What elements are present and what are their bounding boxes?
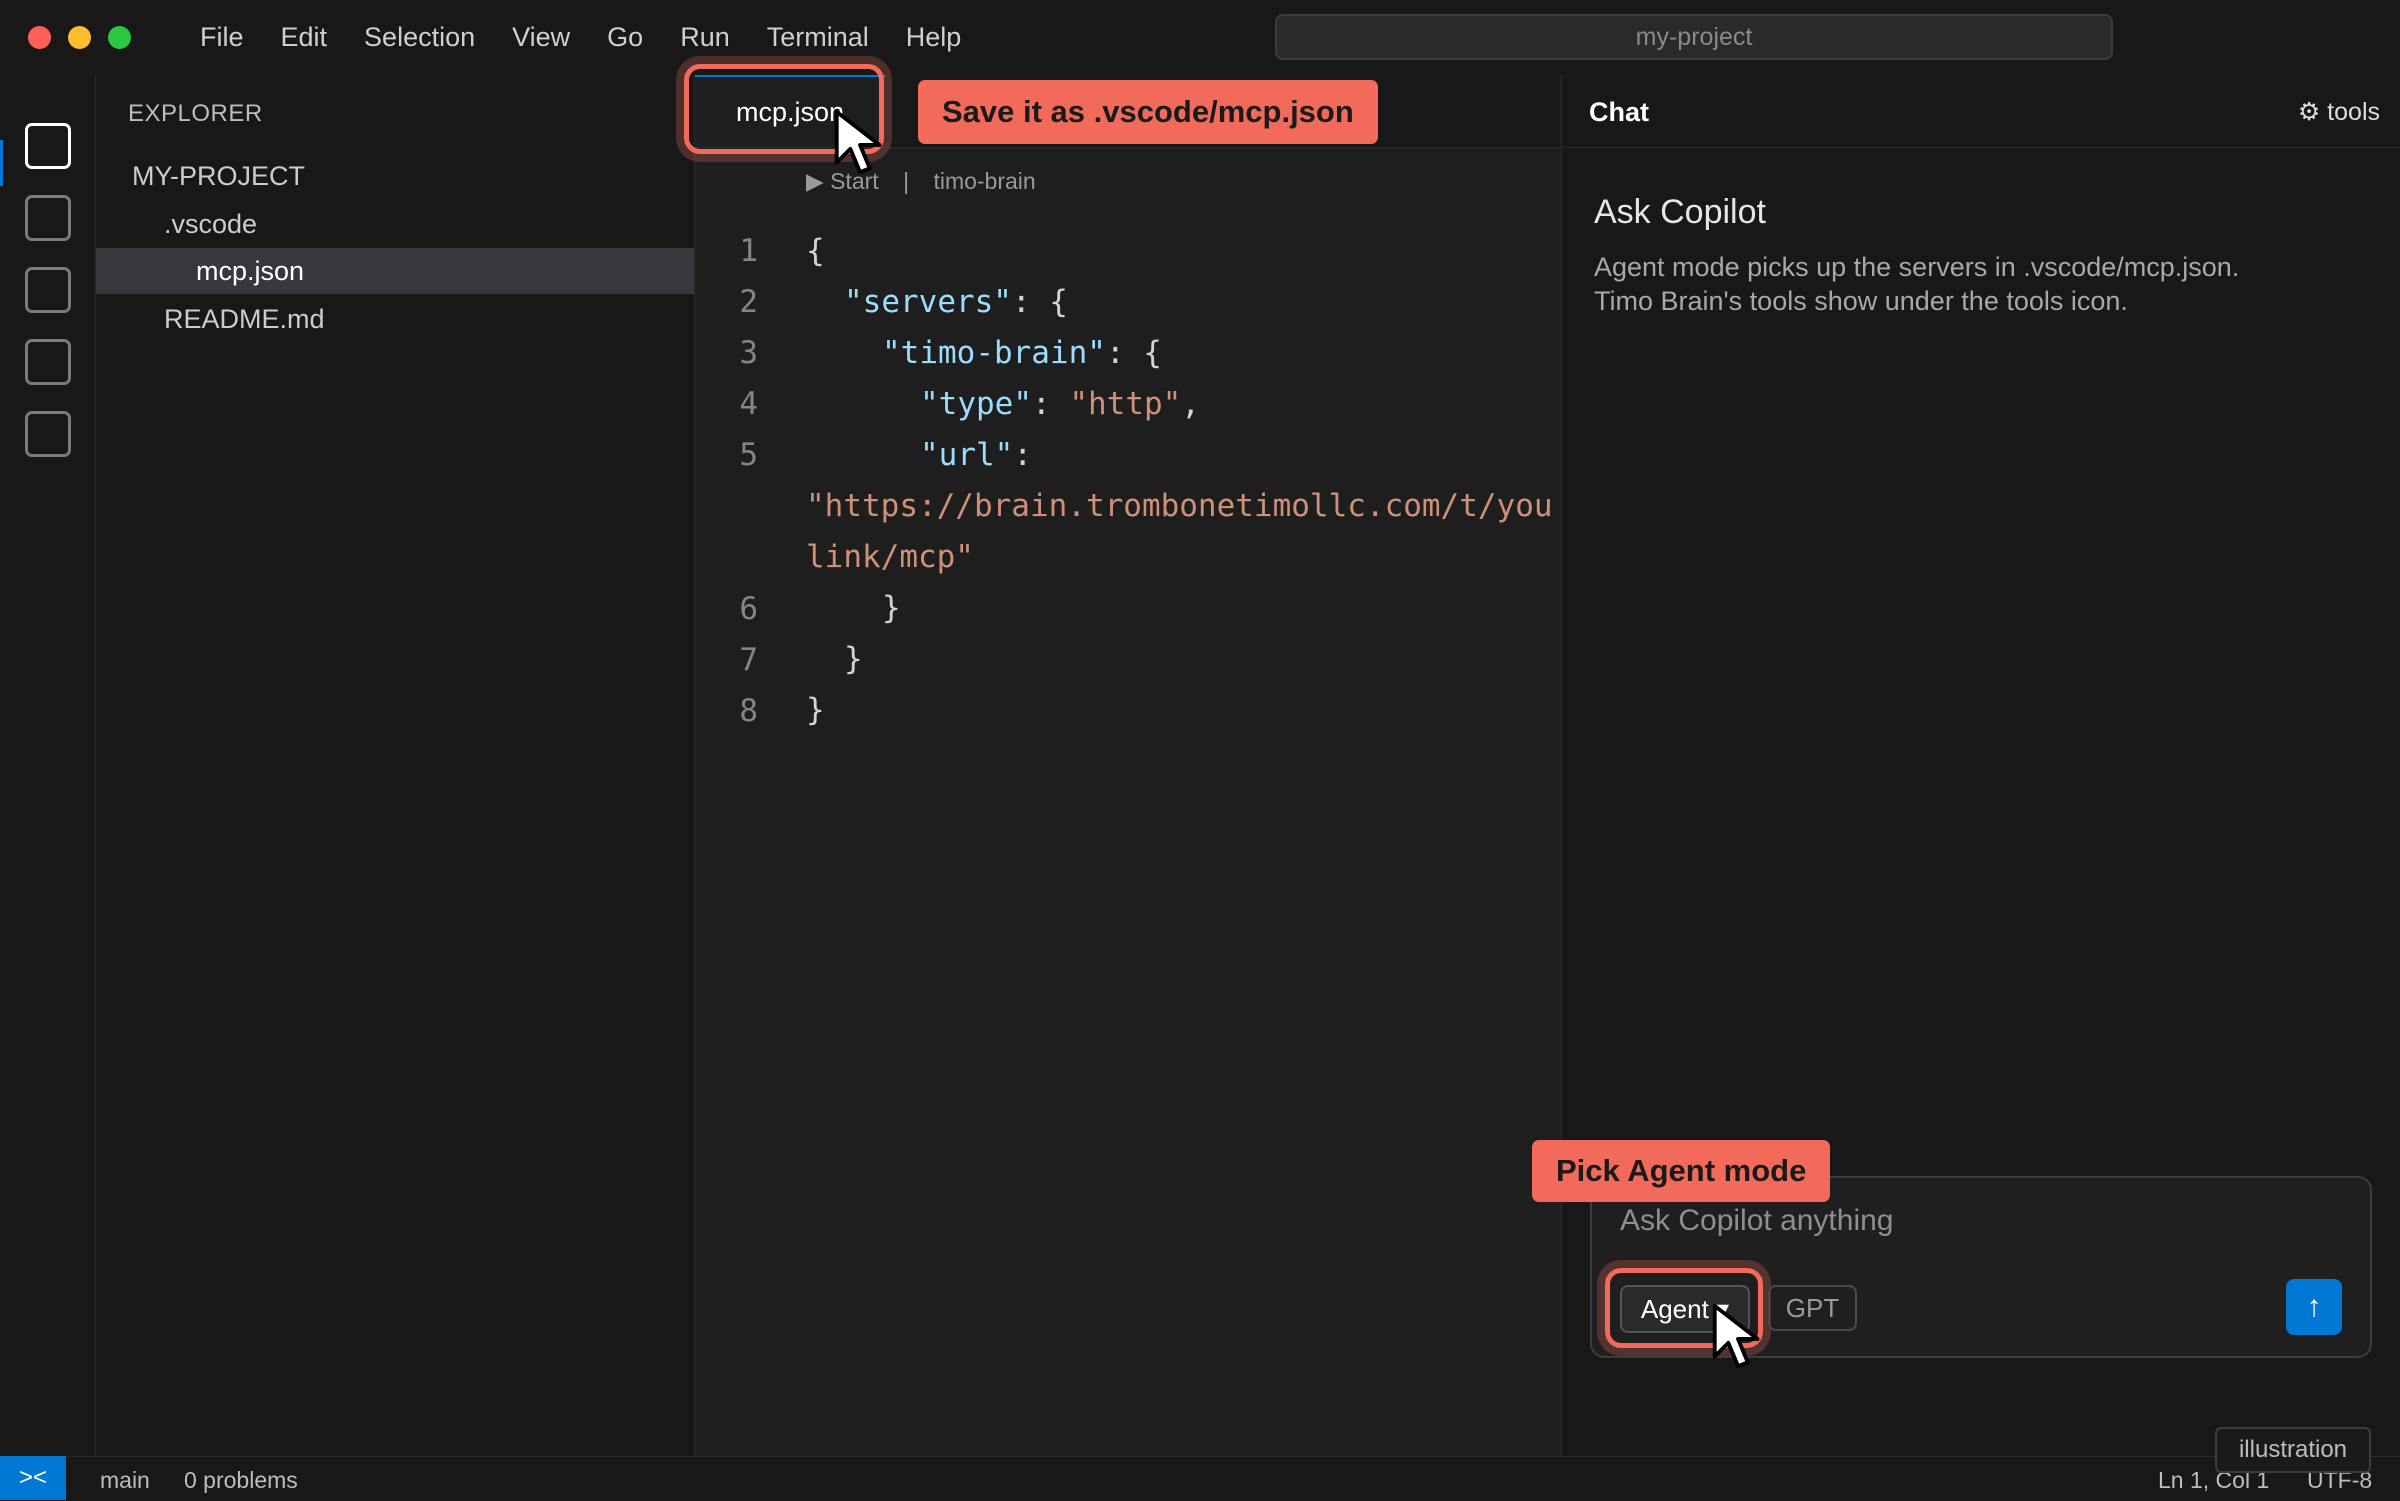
problems-count[interactable]: 0 problems [184,1467,298,1494]
code-line-5-wrap-a: "https://brain.trombonetimollc.com/t/you [806,488,1553,524]
punctuation: : [1013,437,1032,473]
code-line-5-wrap-b: link/mcp" [806,539,974,575]
menu-edit[interactable]: Edit [281,22,328,53]
explorer-icon[interactable] [25,123,71,169]
menu-help[interactable]: Help [906,22,962,53]
illustration-badge: illustration [2215,1427,2371,1473]
command-center-search[interactable]: my-project [1275,14,2113,60]
code-line-4: "type": "http", [920,386,1200,422]
menu-run[interactable]: Run [680,22,730,53]
code-view[interactable]: { "servers": { "timo-brain": { "type": "… [695,220,1560,760]
model-picker-button[interactable]: GPT [1768,1285,1857,1331]
code-line-5: "url": [920,437,1032,473]
chat-heading: Ask Copilot [1594,193,1766,231]
remote-indicator[interactable]: >< [0,1456,66,1500]
tree-item-mcp-json[interactable]: mcp.json [96,248,694,294]
menu-view[interactable]: View [512,22,570,53]
tree-item-my-project[interactable]: MY-PROJECT [96,153,694,199]
punctuation: , [1181,386,1200,422]
play-icon: ▶ [806,168,824,194]
json-key: "timo-brain" [882,335,1106,371]
tools-button[interactable]: ⚙ tools [2298,97,2380,127]
mouse-pointer-icon [1712,1303,1760,1369]
punctuation: : { [1011,284,1068,320]
search-icon[interactable] [25,195,71,241]
agent-callout: Pick Agent mode [1532,1140,1831,1202]
json-key: "url" [920,437,1014,473]
save-callout: Save it as .vscode/mcp.json [918,80,1378,144]
git-branch[interactable]: main [100,1467,150,1494]
codelens-server[interactable]: timo-brain [933,168,1035,194]
menu-bar: File Edit Selection View Go Run Terminal… [200,0,998,75]
maximize-window-button[interactable] [108,26,131,49]
tree-item-vscode[interactable]: .vscode [96,201,694,247]
tree-item-readme[interactable]: README.md [96,296,694,342]
explorer-panel: EXPLORER MY-PROJECT .vscode mcp.json REA… [96,75,695,1456]
run-debug-icon[interactable] [25,339,71,385]
menu-terminal[interactable]: Terminal [767,22,869,53]
code-line-2: "servers": { [844,284,1068,320]
explorer-header: EXPLORER [128,100,263,127]
punctuation: : { [1105,335,1162,371]
brace: { [806,233,825,269]
chat-body-line-1: Agent mode picks up the servers in .vsco… [1594,252,2240,282]
code-line-8: } [806,692,825,728]
minimize-window-button[interactable] [68,26,91,49]
code-line-7: } [844,641,863,677]
chat-header: Chat ⚙ tools [1561,75,2400,148]
chat-input-placeholder[interactable]: Ask Copilot anything [1620,1204,1894,1238]
mouse-pointer-icon [834,109,882,175]
chat-title: Chat [1589,97,1649,127]
send-button[interactable]: ↑ [2286,1279,2342,1335]
code-line-6: } [882,590,901,626]
punctuation: : [1031,386,1070,422]
close-window-button[interactable] [28,26,51,49]
chat-body-line-2: Timo Brain's tools show under the tools … [1594,286,2128,316]
status-bar: main 0 problems Ln 1, Col 1 UTF-8 [0,1456,2400,1501]
code-line-1: { [806,233,825,269]
menu-file[interactable]: File [200,22,244,53]
active-indicator [0,140,3,186]
json-key: "servers" [844,284,1012,320]
json-string: "http" [1069,386,1182,422]
activity-bar [0,75,96,1456]
menu-selection[interactable]: Selection [364,22,475,53]
menu-go[interactable]: Go [607,22,643,53]
code-line-3: "timo-brain": { [882,335,1162,371]
source-control-icon[interactable] [25,267,71,313]
json-key: "type" [920,386,1032,422]
extensions-icon[interactable] [25,411,71,457]
codelens-separator: | [903,168,910,194]
